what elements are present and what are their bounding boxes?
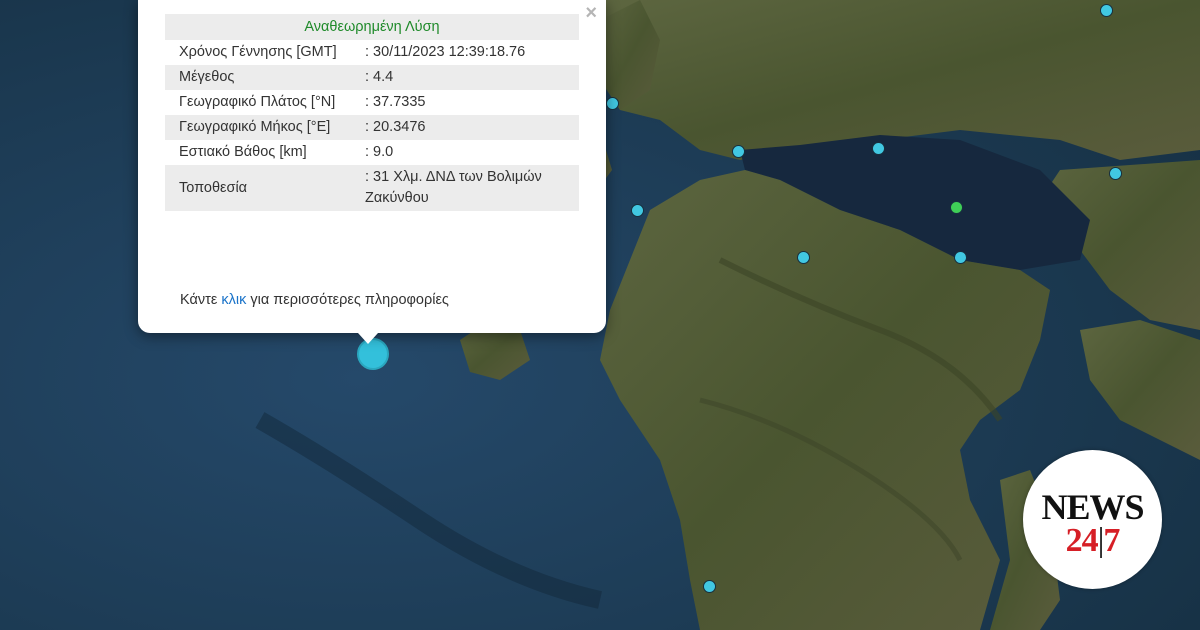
footer-text-after: για περισσότερες πληροφορίες	[246, 292, 449, 308]
close-icon[interactable]: ×	[585, 3, 597, 23]
logo-number-right: 7	[1103, 522, 1120, 559]
earthquake-marker[interactable]	[797, 251, 810, 264]
footer-text-before: Κάντε	[180, 292, 222, 308]
location-label: Τοποθεσία	[165, 165, 351, 211]
depth-label: Εστιακό Βάθος [km]	[165, 140, 351, 165]
table-row: Τοποθεσία : 31 Χλμ. ΔΝΔ των Βολιμών Ζακύ…	[165, 165, 579, 211]
logo-number-left: 24	[1065, 522, 1099, 559]
logo-number: 24|7	[1023, 522, 1162, 560]
popup-tip	[358, 333, 378, 344]
table-row: Γεωγραφικό Μήκος [°E] : 20.3476	[165, 115, 579, 140]
origin-time-label: Χρόνος Γέννησης [GMT]	[165, 40, 351, 65]
location-value: : 31 Χλμ. ΔΝΔ των Βολιμών Ζακύνθου	[351, 165, 579, 211]
news247-logo: NEWS 24|7	[1023, 450, 1162, 589]
earthquake-info-popup: × Αναθεωρημένη Λύση Χρόνος Γέννησης [GMT…	[138, 0, 606, 344]
table-row: Χρόνος Γέννησης [GMT] : 30/11/2023 12:39…	[165, 40, 579, 65]
earthquake-details-table: Αναθεωρημένη Λύση Χρόνος Γέννησης [GMT] …	[165, 14, 579, 211]
magnitude-value: : 4.4	[351, 65, 579, 90]
magnitude-label: Μέγεθος	[165, 65, 351, 90]
earthquake-marker[interactable]	[1100, 4, 1113, 17]
origin-time-value: : 30/11/2023 12:39:18.76	[351, 40, 579, 65]
earthquake-marker[interactable]	[606, 97, 619, 110]
earthquake-marker[interactable]	[703, 580, 716, 593]
table-row: Αναθεωρημένη Λύση	[165, 14, 579, 40]
latitude-label: Γεωγραφικό Πλάτος [°N]	[165, 90, 351, 115]
land-north	[600, 0, 1200, 160]
latitude-value: : 37.7335	[351, 90, 579, 115]
earthquake-marker[interactable]	[631, 204, 644, 217]
earthquake-marker-recent[interactable]	[950, 201, 963, 214]
longitude-label: Γεωγραφικό Μήκος [°E]	[165, 115, 351, 140]
popup-title: Αναθεωρημένη Λύση	[165, 14, 579, 40]
earthquake-marker[interactable]	[732, 145, 745, 158]
depth-value: : 9.0	[351, 140, 579, 165]
longitude-value: : 20.3476	[351, 115, 579, 140]
table-row: Μέγεθος : 4.4	[165, 65, 579, 90]
popup-footer: Κάντε κλικ για περισσότερες πληροφορίες	[180, 292, 449, 308]
table-row: Εστιακό Βάθος [km] : 9.0	[165, 140, 579, 165]
earthquake-marker[interactable]	[954, 251, 967, 264]
earthquake-marker[interactable]	[872, 142, 885, 155]
table-row: Γεωγραφικό Πλάτος [°N] : 37.7335	[165, 90, 579, 115]
more-info-link[interactable]: κλικ	[221, 292, 246, 308]
earthquake-marker[interactable]	[1109, 167, 1122, 180]
